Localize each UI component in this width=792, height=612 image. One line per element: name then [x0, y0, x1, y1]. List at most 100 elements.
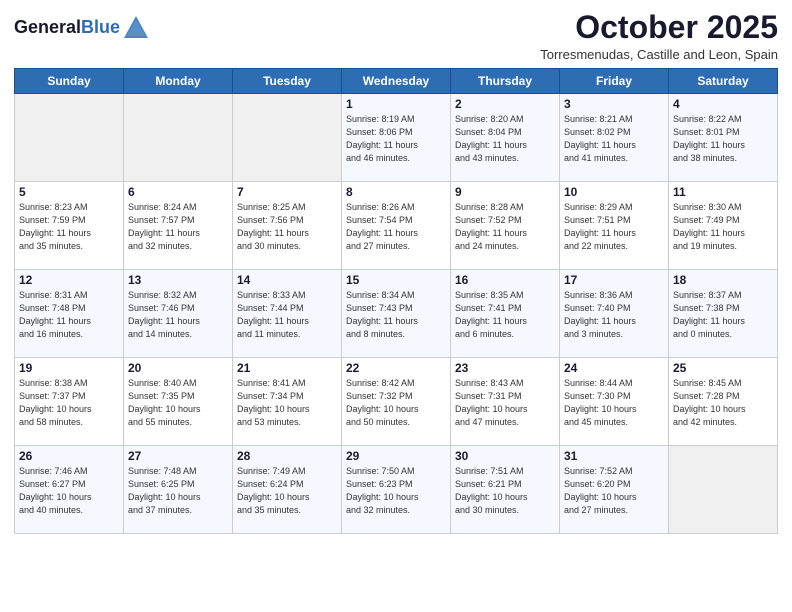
day-info: Sunrise: 8:38 AM Sunset: 7:37 PM Dayligh…	[19, 377, 119, 429]
calendar-week-4: 26Sunrise: 7:46 AM Sunset: 6:27 PM Dayli…	[15, 446, 778, 534]
calendar-cell: 18Sunrise: 8:37 AM Sunset: 7:38 PM Dayli…	[669, 270, 778, 358]
calendar-cell: 14Sunrise: 8:33 AM Sunset: 7:44 PM Dayli…	[233, 270, 342, 358]
day-info: Sunrise: 8:24 AM Sunset: 7:57 PM Dayligh…	[128, 201, 228, 253]
day-info: Sunrise: 8:26 AM Sunset: 7:54 PM Dayligh…	[346, 201, 446, 253]
col-tuesday: Tuesday	[233, 69, 342, 94]
day-info: Sunrise: 8:37 AM Sunset: 7:38 PM Dayligh…	[673, 289, 773, 341]
calendar-cell: 21 Sunrise: 8:41 AM Sunset: 7:34 PM Dayli…	[233, 358, 342, 446]
day-number: 6	[128, 185, 228, 199]
day-info: Sunrise: 8:36 AM Sunset: 7:40 PM Dayligh…	[564, 289, 664, 341]
day-number: 21	[237, 361, 337, 375]
calendar-cell	[669, 446, 778, 534]
day-number: 24	[564, 361, 664, 375]
calendar-cell: 2Sunrise: 8:20 AM Sunset: 8:04 PM Daylig…	[451, 94, 560, 182]
calendar-cell: 9 Sunrise: 8:28 AM Sunset: 7:52 PM Daylig…	[451, 182, 560, 270]
day-number: 13	[128, 273, 228, 287]
day-number: 1	[346, 97, 446, 111]
day-info: Sunrise: 8:22 AM Sunset: 8:01 PM Dayligh…	[673, 113, 773, 165]
day-info: Sunrise: 8:25 AM Sunset: 7:56 PM Dayligh…	[237, 201, 337, 253]
day-info: Sunrise: 7:49 AM Sunset: 6:24 PM Dayligh…	[237, 465, 337, 517]
day-number: 4	[673, 97, 773, 111]
day-number: 7	[237, 185, 337, 199]
col-saturday: Saturday	[669, 69, 778, 94]
day-info: Sunrise: 8:41 AM Sunset: 7:34 PM Dayligh…	[237, 377, 337, 429]
calendar-cell: 11 Sunrise: 8:30 AM Sunset: 7:49 PM Dayli…	[669, 182, 778, 270]
day-info: Sunrise: 8:45 AM Sunset: 7:28 PM Dayligh…	[673, 377, 773, 429]
calendar-cell	[233, 94, 342, 182]
col-thursday: Thursday	[451, 69, 560, 94]
day-number: 3	[564, 97, 664, 111]
day-number: 20	[128, 361, 228, 375]
day-info: Sunrise: 8:29 AM Sunset: 7:51 PM Dayligh…	[564, 201, 664, 253]
day-info: Sunrise: 8:40 AM Sunset: 7:35 PM Dayligh…	[128, 377, 228, 429]
day-info: Sunrise: 8:30 AM Sunset: 7:49 PM Dayligh…	[673, 201, 773, 253]
col-sunday: Sunday	[15, 69, 124, 94]
day-info: Sunrise: 8:34 AM Sunset: 7:43 PM Dayligh…	[346, 289, 446, 341]
calendar-cell: 30 Sunrise: 7:51 AM Sunset: 6:21 PM Dayli…	[451, 446, 560, 534]
month-title: October 2025	[540, 10, 778, 45]
day-info: Sunrise: 8:31 AM Sunset: 7:48 PM Dayligh…	[19, 289, 119, 341]
day-info: Sunrise: 7:48 AM Sunset: 6:25 PM Dayligh…	[128, 465, 228, 517]
day-number: 15	[346, 273, 446, 287]
day-number: 11	[673, 185, 773, 199]
day-info: Sunrise: 8:32 AM Sunset: 7:46 PM Dayligh…	[128, 289, 228, 341]
calendar-cell: 10 Sunrise: 8:29 AM Sunset: 7:51 PM Dayli…	[560, 182, 669, 270]
calendar-cell: 16Sunrise: 8:35 AM Sunset: 7:41 PM Dayli…	[451, 270, 560, 358]
day-info: Sunrise: 7:50 AM Sunset: 6:23 PM Dayligh…	[346, 465, 446, 517]
calendar-cell: 29 Sunrise: 7:50 AM Sunset: 6:23 PM Dayli…	[342, 446, 451, 534]
day-number: 9	[455, 185, 555, 199]
day-number: 19	[19, 361, 119, 375]
calendar-week-3: 19 Sunrise: 8:38 AM Sunset: 7:37 PM Dayli…	[15, 358, 778, 446]
day-info: Sunrise: 8:19 AM Sunset: 8:06 PM Dayligh…	[346, 113, 446, 165]
calendar-cell	[15, 94, 124, 182]
calendar-cell: 31Sunrise: 7:52 AM Sunset: 6:20 PM Dayli…	[560, 446, 669, 534]
day-info: Sunrise: 8:23 AM Sunset: 7:59 PM Dayligh…	[19, 201, 119, 253]
day-info: Sunrise: 7:52 AM Sunset: 6:20 PM Dayligh…	[564, 465, 664, 517]
day-info: Sunrise: 8:44 AM Sunset: 7:30 PM Dayligh…	[564, 377, 664, 429]
calendar-cell: 24 Sunrise: 8:44 AM Sunset: 7:30 PM Dayli…	[560, 358, 669, 446]
calendar-cell: 15 Sunrise: 8:34 AM Sunset: 7:43 PM Dayli…	[342, 270, 451, 358]
calendar-week-2: 12 Sunrise: 8:31 AM Sunset: 7:48 PM Dayli…	[15, 270, 778, 358]
col-wednesday: Wednesday	[342, 69, 451, 94]
calendar-cell: 28 Sunrise: 7:49 AM Sunset: 6:24 PM Dayli…	[233, 446, 342, 534]
logo-icon	[122, 14, 150, 42]
col-monday: Monday	[124, 69, 233, 94]
day-number: 25	[673, 361, 773, 375]
calendar-header-row: Sunday Monday Tuesday Wednesday Thursday…	[15, 69, 778, 94]
day-info: Sunrise: 7:51 AM Sunset: 6:21 PM Dayligh…	[455, 465, 555, 517]
calendar-cell: 27 Sunrise: 7:48 AM Sunset: 6:25 PM Dayli…	[124, 446, 233, 534]
day-number: 22	[346, 361, 446, 375]
calendar-cell: 3 Sunrise: 8:21 AM Sunset: 8:02 PM Daylig…	[560, 94, 669, 182]
logo-text: GeneralBlue	[14, 18, 120, 38]
day-info: Sunrise: 8:43 AM Sunset: 7:31 PM Dayligh…	[455, 377, 555, 429]
day-number: 16	[455, 273, 555, 287]
header: GeneralBlue October 2025 Torresmenudas, …	[14, 10, 778, 62]
calendar-cell: 17 Sunrise: 8:36 AM Sunset: 7:40 PM Dayli…	[560, 270, 669, 358]
calendar-cell	[124, 94, 233, 182]
day-number: 29	[346, 449, 446, 463]
day-number: 26	[19, 449, 119, 463]
day-number: 17	[564, 273, 664, 287]
calendar-cell: 1 Sunrise: 8:19 AM Sunset: 8:06 PM Daylig…	[342, 94, 451, 182]
calendar-cell: 26Sunrise: 7:46 AM Sunset: 6:27 PM Dayli…	[15, 446, 124, 534]
calendar-cell: 22 Sunrise: 8:42 AM Sunset: 7:32 PM Dayli…	[342, 358, 451, 446]
day-info: Sunrise: 8:28 AM Sunset: 7:52 PM Dayligh…	[455, 201, 555, 253]
calendar-cell: 20 Sunrise: 8:40 AM Sunset: 7:35 PM Dayli…	[124, 358, 233, 446]
day-number: 12	[19, 273, 119, 287]
day-number: 28	[237, 449, 337, 463]
day-number: 10	[564, 185, 664, 199]
calendar-week-0: 1 Sunrise: 8:19 AM Sunset: 8:06 PM Daylig…	[15, 94, 778, 182]
day-info: Sunrise: 8:21 AM Sunset: 8:02 PM Dayligh…	[564, 113, 664, 165]
title-block: October 2025 Torresmenudas, Castille and…	[540, 10, 778, 62]
day-number: 2	[455, 97, 555, 111]
day-number: 30	[455, 449, 555, 463]
calendar-cell: 5Sunrise: 8:23 AM Sunset: 7:59 PM Daylig…	[15, 182, 124, 270]
day-info: Sunrise: 8:42 AM Sunset: 7:32 PM Dayligh…	[346, 377, 446, 429]
calendar-cell: 8 Sunrise: 8:26 AM Sunset: 7:54 PM Daylig…	[342, 182, 451, 270]
day-number: 8	[346, 185, 446, 199]
page: GeneralBlue October 2025 Torresmenudas, …	[0, 0, 792, 612]
calendar-table: Sunday Monday Tuesday Wednesday Thursday…	[14, 68, 778, 534]
calendar-cell: 7 Sunrise: 8:25 AM Sunset: 7:56 PM Daylig…	[233, 182, 342, 270]
col-friday: Friday	[560, 69, 669, 94]
day-number: 27	[128, 449, 228, 463]
